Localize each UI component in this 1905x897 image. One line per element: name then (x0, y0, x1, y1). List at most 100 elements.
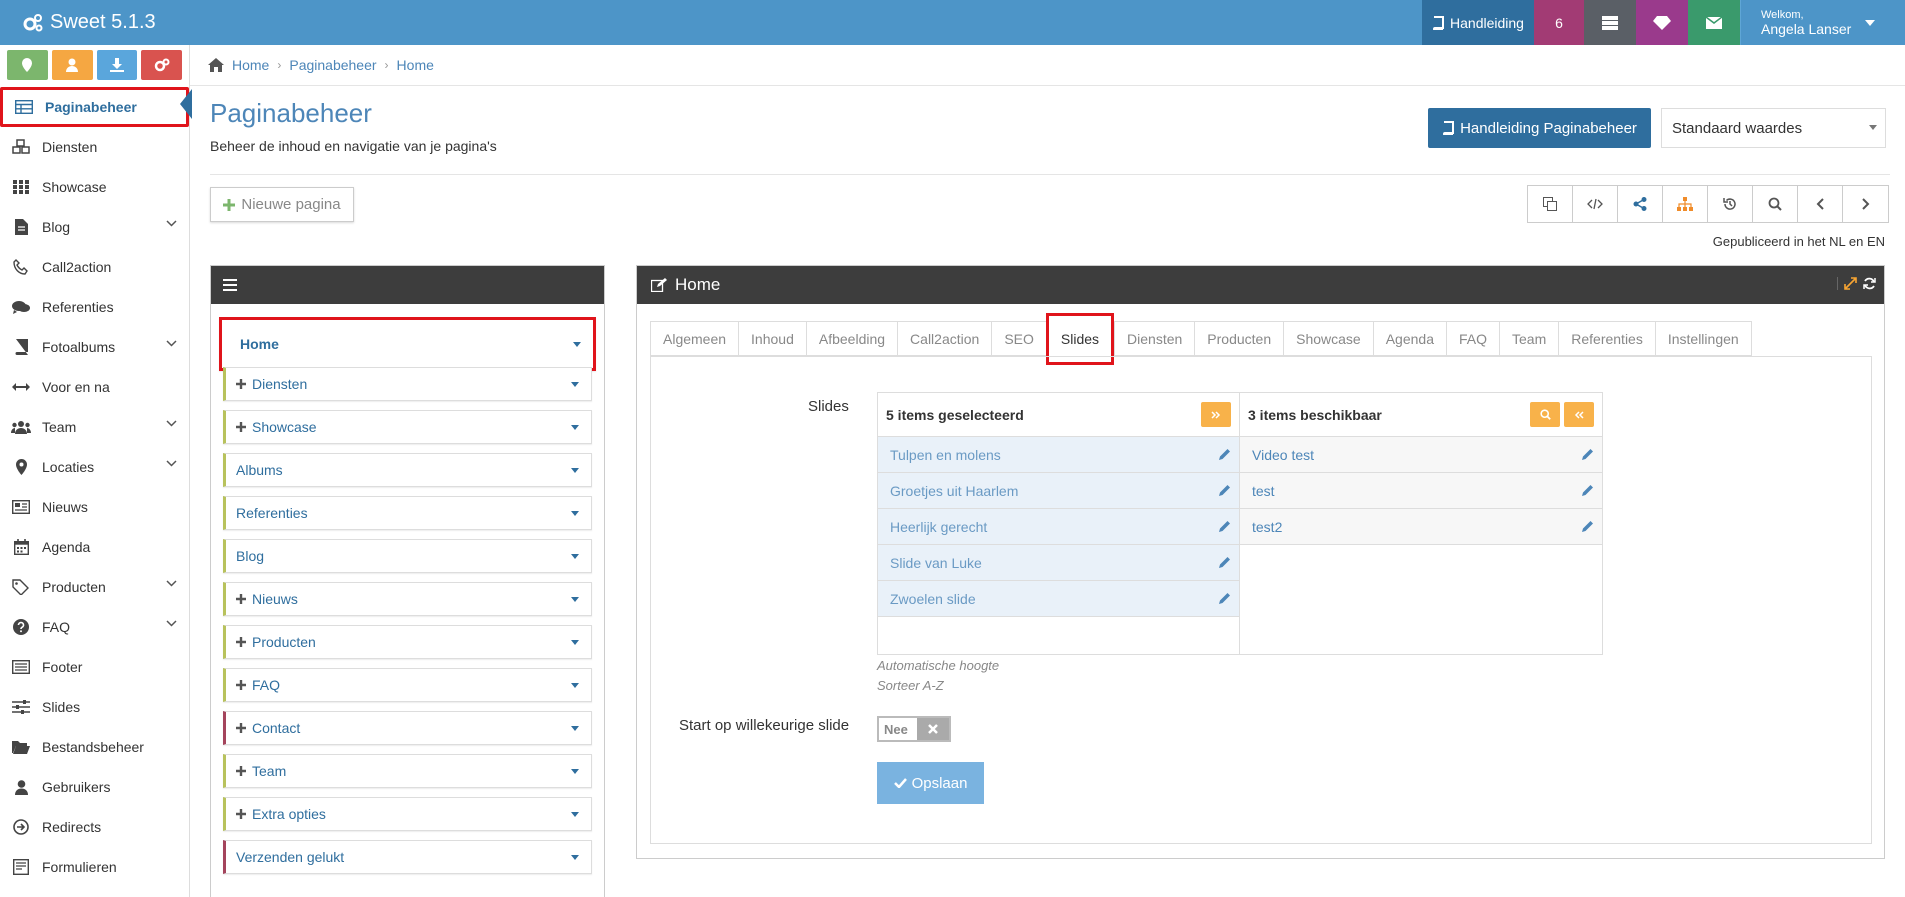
download-quick-button[interactable] (96, 50, 138, 80)
slide-item[interactable]: test2 (1240, 509, 1602, 545)
caret-down-icon[interactable] (571, 554, 579, 559)
tab-showcase[interactable]: Showcase (1283, 321, 1373, 356)
tab-faq[interactable]: FAQ (1446, 321, 1500, 356)
sidebar-item-bestandsbeheer[interactable]: Bestandsbeheer (0, 727, 189, 767)
plus-icon[interactable] (236, 422, 246, 432)
tab-inhoud[interactable]: Inhoud (738, 321, 806, 356)
server-button[interactable] (1584, 0, 1636, 45)
caret-down-icon[interactable] (571, 382, 579, 387)
pencil-icon[interactable] (1219, 448, 1231, 460)
sidebar-item-diensten[interactable]: Diensten (0, 127, 189, 167)
breadcrumb-current[interactable]: Home (397, 57, 434, 73)
tree-item-blog[interactable]: Blog (223, 539, 592, 573)
sidebar-item-call2action[interactable]: Call2action (0, 247, 189, 287)
tree-item-diensten[interactable]: Diensten (223, 367, 592, 401)
save-button[interactable]: Opslaan (877, 762, 984, 804)
tab-call2action[interactable]: Call2action (897, 321, 992, 356)
caret-down-icon[interactable] (571, 726, 579, 731)
tree-item-verzenden-gelukt[interactable]: Verzenden gelukt (223, 840, 592, 874)
move-all-right-button[interactable] (1201, 402, 1231, 427)
sidebar-item-locaties[interactable]: Locaties (0, 447, 189, 487)
tree-item-nieuws[interactable]: Nieuws (223, 582, 592, 616)
mail-button[interactable] (1688, 0, 1740, 45)
sidebar-item-voor-en-na[interactable]: Voor en na (0, 367, 189, 407)
plus-icon[interactable] (236, 594, 246, 604)
notifications-button[interactable]: 6 (1534, 0, 1584, 45)
tab-team[interactable]: Team (1499, 321, 1559, 356)
caret-down-icon[interactable] (571, 855, 579, 860)
tab-referenties[interactable]: Referenties (1558, 321, 1655, 356)
sidebar-item-producten[interactable]: Producten (0, 567, 189, 607)
pencil-icon[interactable] (1582, 484, 1594, 496)
caret-down-icon[interactable] (571, 683, 579, 688)
settings-quick-button[interactable] (141, 50, 182, 80)
tab-instellingen[interactable]: Instellingen (1654, 321, 1752, 356)
slide-item[interactable]: Groetjes uit Haarlem (878, 473, 1239, 509)
caret-down-icon[interactable] (571, 425, 579, 430)
breadcrumb-paginabeheer[interactable]: Paginabeheer (289, 57, 376, 73)
sidebar-item-formulieren[interactable]: Formulieren (0, 847, 189, 887)
sidebar-item-slides[interactable]: Slides (0, 687, 189, 727)
next-button[interactable] (1843, 186, 1888, 222)
defaults-select[interactable]: Standaard waardes (1661, 108, 1886, 148)
code-button[interactable] (1573, 186, 1618, 222)
sidebar-item-referenties[interactable]: Referenties (0, 287, 189, 327)
sidebar-item-fotoalbums[interactable]: Fotoalbums (0, 327, 189, 367)
sidebar-item-footer[interactable]: Footer (0, 647, 189, 687)
tab-diensten[interactable]: Diensten (1114, 321, 1195, 356)
sitemap-button[interactable] (1663, 186, 1708, 222)
caret-down-icon[interactable] (571, 640, 579, 645)
plus-icon[interactable] (236, 809, 246, 819)
refresh-icon[interactable] (1863, 277, 1876, 290)
plus-icon[interactable] (236, 637, 246, 647)
user-quick-button[interactable] (51, 50, 93, 80)
slide-item[interactable]: Heerlijk gerecht (878, 509, 1239, 545)
pencil-icon[interactable] (1219, 520, 1231, 532)
sidebar-item-faq[interactable]: FAQ (0, 607, 189, 647)
caret-down-icon[interactable] (573, 342, 581, 347)
caret-down-icon[interactable] (571, 468, 579, 473)
pencil-icon[interactable] (1219, 556, 1231, 568)
location-quick-button[interactable] (7, 50, 48, 80)
search-button[interactable] (1753, 186, 1798, 222)
slide-item[interactable]: Video test (1240, 437, 1602, 473)
history-button[interactable] (1708, 186, 1753, 222)
sidebar-item-redirects[interactable]: Redirects (0, 807, 189, 847)
tree-item-showcase[interactable]: Showcase (223, 410, 592, 444)
slide-item[interactable]: test (1240, 473, 1602, 509)
sidebar-item-blog[interactable]: Blog (0, 207, 189, 247)
tree-item-referenties[interactable]: Referenties (223, 496, 592, 530)
tree-item-producten[interactable]: Producten (223, 625, 592, 659)
plus-icon[interactable] (236, 766, 246, 776)
manual-button[interactable]: Handleiding (1422, 0, 1534, 45)
tab-afbeelding[interactable]: Afbeelding (805, 321, 898, 356)
manual-paginabeheer-button[interactable]: Handleiding Paginabeheer (1428, 108, 1651, 148)
pencil-icon[interactable] (1582, 520, 1594, 532)
pencil-icon[interactable] (1219, 592, 1231, 604)
copy-button[interactable] (1528, 186, 1573, 222)
sidebar-item-gebruikers[interactable]: Gebruikers (0, 767, 189, 807)
breadcrumb-home[interactable]: Home (232, 57, 269, 73)
random-start-toggle[interactable]: Nee (877, 716, 951, 742)
tab-producten[interactable]: Producten (1194, 321, 1284, 356)
tree-item-home[interactable]: Home (219, 317, 596, 371)
new-page-button[interactable]: Nieuwe pagina (210, 187, 354, 222)
user-menu[interactable]: Welkom, Angela Lanser (1740, 0, 1905, 45)
diamond-button[interactable] (1636, 0, 1688, 45)
pencil-icon[interactable] (1582, 448, 1594, 460)
bars-icon[interactable] (223, 279, 237, 291)
search-available-button[interactable] (1530, 402, 1560, 427)
plus-icon[interactable] (236, 680, 246, 690)
share-button[interactable] (1618, 186, 1663, 222)
caret-down-icon[interactable] (571, 511, 579, 516)
tree-item-contact[interactable]: Contact (223, 711, 592, 745)
slide-item[interactable]: Slide van Luke (878, 545, 1239, 581)
sidebar-item-agenda[interactable]: Agenda (0, 527, 189, 567)
plus-icon[interactable] (236, 723, 246, 733)
tree-item-extra-opties[interactable]: Extra opties (223, 797, 592, 831)
sidebar-item-nieuws[interactable]: Nieuws (0, 487, 189, 527)
tab-seo[interactable]: SEO (991, 321, 1046, 356)
tab-agenda[interactable]: Agenda (1372, 321, 1446, 356)
expand-icon[interactable] (1844, 277, 1857, 290)
tab-algemeen[interactable]: Algemeen (650, 321, 739, 356)
